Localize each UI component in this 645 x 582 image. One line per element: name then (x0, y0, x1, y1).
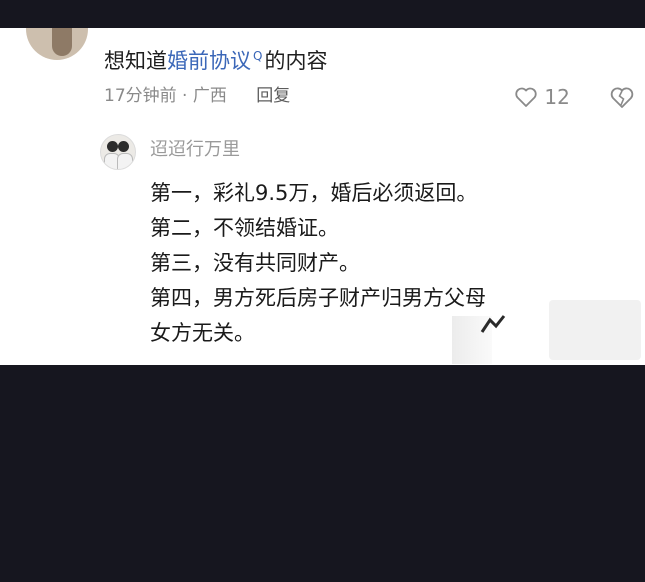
blur-patch (549, 300, 641, 360)
comment-prefix: 想知道 (104, 49, 167, 73)
broken-heart-icon (610, 87, 634, 108)
search-link-prenup[interactable]: 婚前协议 (167, 49, 251, 73)
comment-time: 17分钟前 (104, 86, 177, 106)
meta-separator: · (182, 86, 188, 106)
top-bar (0, 0, 645, 28)
dislike-button[interactable] (609, 86, 635, 114)
comment-text: 想知道婚前协议 Q的内容 (104, 42, 327, 75)
commenter-avatar[interactable] (26, 28, 88, 60)
reply-body: 第一，彩礼9.5万，婚后必须返回。 第二，不领结婚证。 第三，没有共同财产。 第… (150, 176, 486, 351)
like-button[interactable]: 12 (514, 85, 570, 109)
comment-meta: 17分钟前 · 广西 回复 (104, 84, 290, 108)
reply-author-avatar[interactable] (100, 134, 136, 170)
like-count: 12 (544, 85, 570, 109)
reply-button[interactable]: 回复 (256, 86, 290, 106)
comment-suffix: 的内容 (264, 49, 328, 73)
reply-line: 第二，不领结婚证。 (150, 216, 339, 240)
brush-stroke (480, 315, 506, 333)
reply-line: 第三，没有共同财产。 (150, 251, 360, 275)
reply-line: 女方无关。 (150, 321, 255, 345)
reply-line: 第四，男方死后房子财产归男方父母 (150, 286, 486, 310)
background-dark (0, 365, 645, 582)
comment-location: 广西 (192, 86, 227, 106)
heart-icon (515, 87, 537, 107)
search-icon: Q (253, 49, 263, 63)
reply-author-name[interactable]: 迢迢行万里 (150, 137, 240, 163)
reply-line: 第一，彩礼9.5万，婚后必须返回。 (150, 181, 478, 205)
